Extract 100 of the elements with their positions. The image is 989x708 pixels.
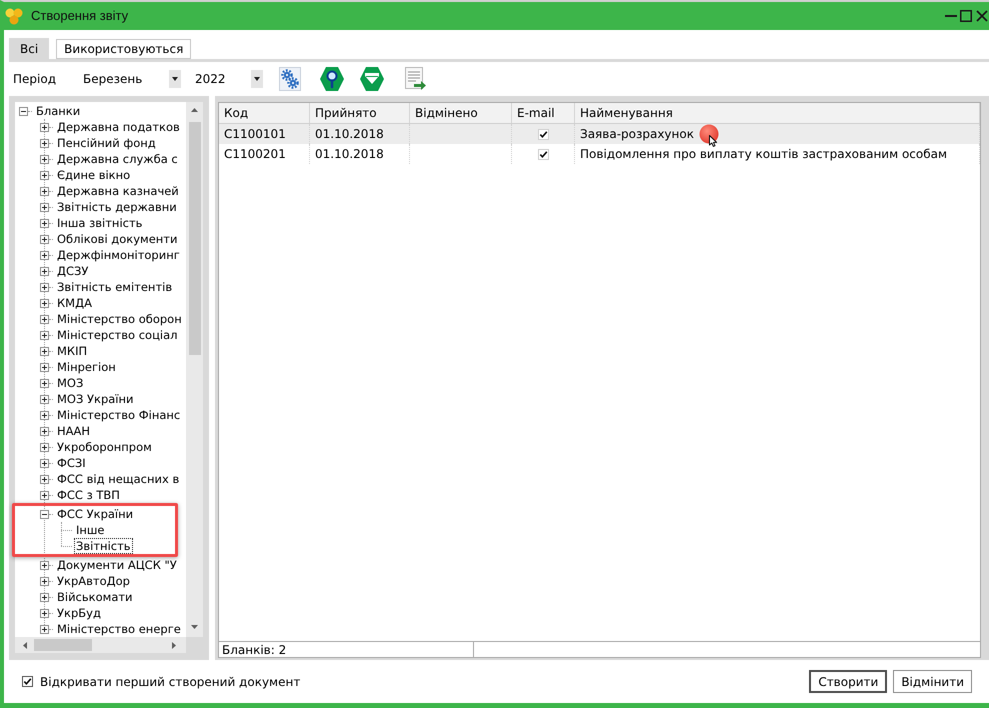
table-cell-text: C1100101 xyxy=(224,126,286,143)
tree-item[interactable]: МОЗ xyxy=(55,375,86,391)
expand-icon[interactable] xyxy=(40,330,49,340)
cancel-button[interactable]: Відмінити xyxy=(893,670,972,693)
tab[interactable]: Використовуються xyxy=(56,39,192,59)
scroll-up-icon[interactable] xyxy=(191,108,198,112)
tree-item[interactable]: УкрБуд xyxy=(55,605,103,621)
caret-icon xyxy=(251,70,263,88)
tree-item[interactable]: ФСС України xyxy=(55,506,136,522)
column-header[interactable]: Код xyxy=(219,103,310,123)
gears-icon[interactable] xyxy=(279,67,301,91)
app-logo-icon xyxy=(5,8,23,24)
tree-item[interactable]: Єдине вікно xyxy=(55,167,132,183)
tree-item[interactable]: Звітність емітентів xyxy=(55,279,174,295)
tree-item[interactable]: Державна казначей xyxy=(55,183,181,199)
tree-item[interactable]: ФСЗІ xyxy=(55,455,88,471)
tree-item[interactable]: Укроборонпром xyxy=(55,439,154,455)
tree-item[interactable]: МКІП xyxy=(55,343,90,359)
tree-item[interactable]: Облікові документи xyxy=(55,231,180,247)
expand-icon[interactable] xyxy=(40,266,49,276)
create-button[interactable]: Створити xyxy=(809,670,888,693)
expand-icon[interactable] xyxy=(40,218,49,228)
checkbox-label: Відкривати перший створений документ xyxy=(40,674,300,690)
tree-item[interactable]: Державна служба с xyxy=(55,151,180,167)
tree-item[interactable]: Міністерство оборон xyxy=(55,311,184,327)
close-icon[interactable] xyxy=(976,10,988,22)
collapse-icon[interactable] xyxy=(19,106,28,116)
expand-icon[interactable] xyxy=(40,202,49,212)
expand-icon[interactable] xyxy=(40,474,49,484)
tree-item[interactable]: Держфінмоніторинг xyxy=(55,247,182,263)
tree-item[interactable]: Державна податков xyxy=(55,119,182,135)
collapse-icon[interactable] xyxy=(40,510,49,518)
expand-icon[interactable] xyxy=(40,250,49,260)
tree-item[interactable]: Звітність державни xyxy=(55,199,179,215)
tree-item[interactable]: Інша звітність xyxy=(55,215,144,231)
expand-icon[interactable] xyxy=(40,608,49,618)
tree-item[interactable]: УкрАвтоДор xyxy=(55,573,132,589)
document-arrow-icon[interactable] xyxy=(404,67,427,91)
vertical-scrollbar[interactable] xyxy=(186,102,203,637)
filter-icon[interactable] xyxy=(359,66,385,92)
tab[interactable]: Всі xyxy=(9,38,50,59)
tree-item[interactable]: Мінрегіон xyxy=(55,359,118,375)
expand-icon[interactable] xyxy=(40,490,49,500)
expand-icon[interactable] xyxy=(40,186,49,196)
expand-icon[interactable] xyxy=(40,122,49,132)
tree-item[interactable]: Міністерство Фінанс xyxy=(55,407,182,423)
expand-icon[interactable] xyxy=(40,426,49,436)
tree-item[interactable]: Міністерство енерге xyxy=(55,621,183,637)
table-cell-text: C1100201 xyxy=(224,146,286,163)
tree-item[interactable]: Інше xyxy=(74,522,107,538)
scroll-right-icon[interactable] xyxy=(172,642,176,648)
scroll-left-icon[interactable] xyxy=(23,642,27,648)
expand-icon[interactable] xyxy=(40,346,49,356)
expand-icon[interactable] xyxy=(40,410,49,420)
tree-item[interactable]: МОЗ України xyxy=(55,391,136,407)
tree-item[interactable]: КМДА xyxy=(55,295,94,311)
table-cell-text: Заява-розрахунок xyxy=(580,126,694,143)
window-title: Створення звіту xyxy=(31,7,128,26)
tree-item[interactable]: Пенсійний фонд xyxy=(55,135,158,151)
tree-item[interactable]: Військомати xyxy=(55,589,135,605)
expand-icon[interactable] xyxy=(40,298,49,308)
tree-item[interactable]: Звітність xyxy=(74,538,133,554)
expand-icon[interactable] xyxy=(40,394,49,404)
expand-icon[interactable] xyxy=(40,154,49,164)
tree-item[interactable]: Бланки xyxy=(34,103,82,119)
maximize-icon[interactable] xyxy=(960,10,972,22)
cursor-icon xyxy=(708,135,717,147)
horizontal-scrollbar[interactable] xyxy=(15,637,186,653)
period-label: Період xyxy=(13,71,56,88)
expand-icon[interactable] xyxy=(40,592,49,602)
table-cell-text: 01.10.2018 xyxy=(315,146,384,163)
expand-icon[interactable] xyxy=(40,362,49,372)
expand-icon[interactable] xyxy=(40,282,49,292)
scrollbar-thumb[interactable] xyxy=(34,639,92,651)
tree-item[interactable]: Документи АЦСК "У xyxy=(55,557,179,573)
expand-icon[interactable] xyxy=(40,234,49,244)
expand-icon[interactable] xyxy=(40,560,49,570)
expand-icon[interactable] xyxy=(40,138,49,148)
expand-icon[interactable] xyxy=(40,458,49,468)
expand-icon[interactable] xyxy=(40,442,49,452)
tree-item[interactable]: НААН xyxy=(55,423,92,439)
scroll-down-icon[interactable] xyxy=(191,625,198,629)
expand-icon[interactable] xyxy=(40,576,49,586)
column-header[interactable]: Найменування xyxy=(575,103,980,123)
column-header[interactable]: E-mail xyxy=(512,103,575,123)
tree-item[interactable]: ФСС від нещасних в xyxy=(55,471,182,487)
tree-item[interactable]: ФСС з ТВП xyxy=(55,487,122,503)
expand-icon[interactable] xyxy=(40,170,49,180)
search-icon[interactable] xyxy=(319,66,345,92)
expand-icon[interactable] xyxy=(40,314,49,324)
checkbox[interactable] xyxy=(22,676,33,687)
tree-item[interactable]: Міністерство соціал xyxy=(55,327,180,343)
column-header[interactable]: Прийнято xyxy=(310,103,410,123)
expand-icon[interactable] xyxy=(40,624,49,634)
scrollbar-thumb[interactable] xyxy=(188,122,200,355)
table-cell-text: 01.10.2018 xyxy=(315,126,384,143)
table-row[interactable]: C1100101 01.10.2018 Заява-розрахунок xyxy=(219,124,980,144)
column-header[interactable]: Відмінено xyxy=(410,103,512,123)
tree-item[interactable]: ДСЗУ xyxy=(55,263,90,279)
expand-icon[interactable] xyxy=(40,378,49,388)
